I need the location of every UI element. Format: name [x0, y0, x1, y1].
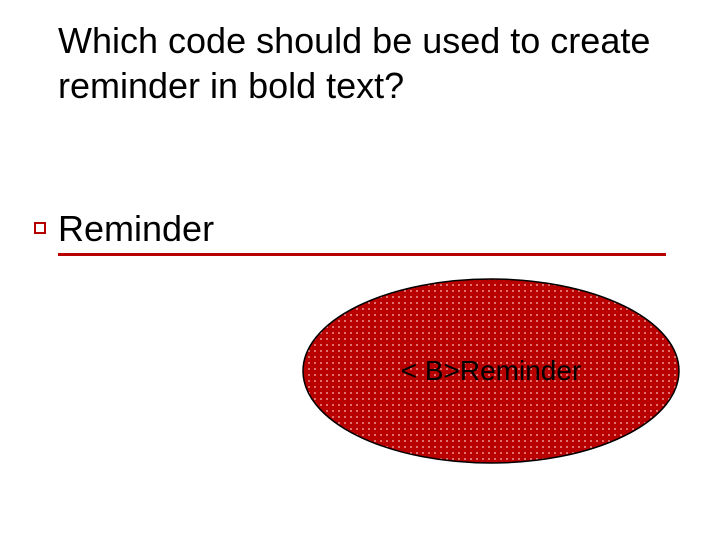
slide: Which code should be used to create remi…	[0, 0, 720, 540]
answer-oval: < B>Reminder	[300, 276, 682, 466]
bullet-text: Reminder	[58, 208, 214, 250]
answer-text: < B>Reminder	[401, 355, 582, 387]
question-title: Which code should be used to create remi…	[58, 18, 658, 108]
divider-rule	[58, 253, 666, 256]
bullet-square-icon	[34, 222, 46, 234]
